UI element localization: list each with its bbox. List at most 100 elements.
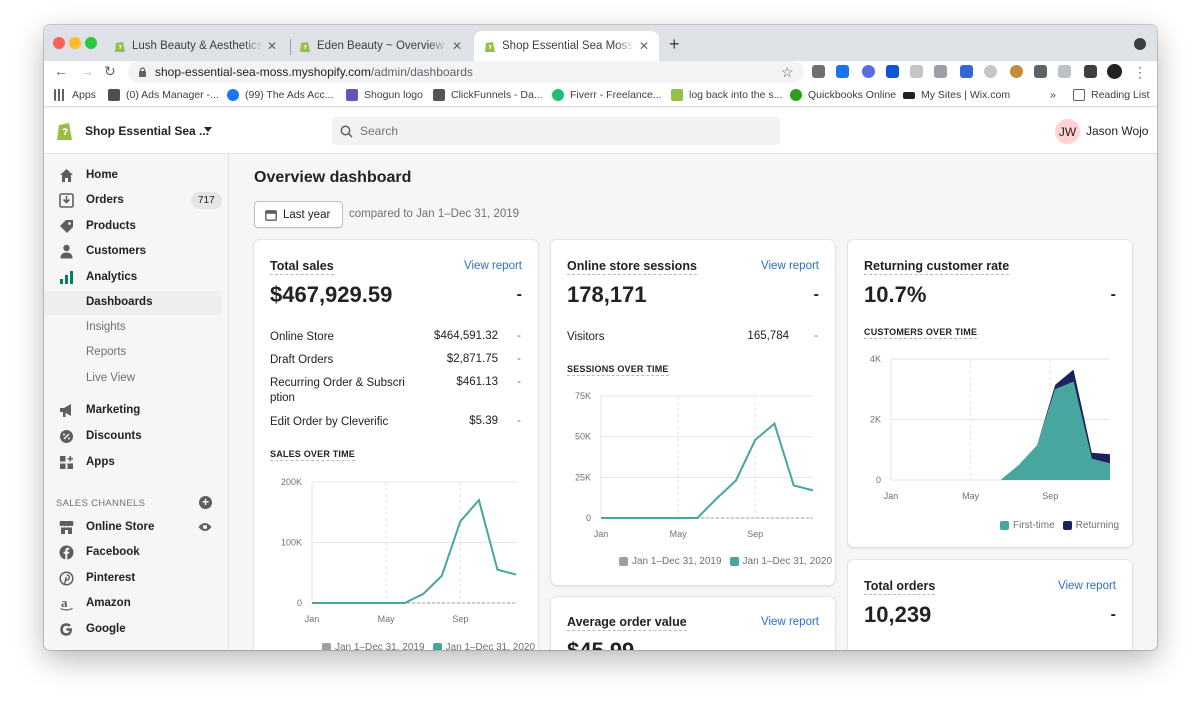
extension-icon[interactable] (862, 65, 875, 78)
card-title[interactable]: Online store sessions (567, 259, 697, 275)
close-tab-icon[interactable]: ✕ (452, 39, 462, 53)
store-icon (59, 520, 74, 534)
add-channel-icon[interactable]: + (199, 496, 212, 509)
online-store-sessions-card: Online store sessions View report 178,17… (551, 240, 835, 585)
legend-swatch (432, 643, 442, 650)
browser-toolbar: ← → ↻ shop-essential-sea-moss.myshopify.… (44, 61, 1157, 85)
extension-icon[interactable] (886, 65, 899, 78)
bookmark-star-icon[interactable]: ☆ (781, 64, 794, 81)
facebook-icon (59, 545, 74, 559)
bookmark-apps[interactable]: Apps (54, 89, 96, 101)
y-tick-label: 0 (876, 475, 881, 485)
sessions-over-time-chart: 0 25K 50K 75K Jan May Sep (575, 391, 814, 539)
bookmark-ads-account[interactable]: (99) The Ads Acc... (227, 89, 334, 101)
view-report-link[interactable]: View report (1058, 580, 1116, 592)
sidebar-item-google[interactable]: Google (44, 617, 228, 641)
sidebar-item-orders[interactable]: Orders 717 (44, 188, 228, 212)
sidebar-item-analytics[interactable]: Analytics (44, 265, 228, 289)
legend-item: Jan 1–Dec 31, 2019 (619, 556, 722, 567)
window-close-button[interactable] (53, 37, 65, 49)
shopify-logo-icon (57, 123, 72, 140)
close-tab-icon[interactable]: ✕ (639, 39, 649, 53)
user-name[interactable]: Jason Wojo (1086, 124, 1148, 138)
legend-item: First-time (1000, 520, 1055, 531)
y-tick-label: 0 (297, 598, 302, 608)
search-input[interactable]: Search (332, 117, 780, 145)
window-maximize-button[interactable] (85, 37, 97, 49)
view-report-link[interactable]: View report (464, 260, 522, 272)
extension-icon[interactable] (1034, 65, 1047, 78)
bookmark-ads-manager[interactable]: (0) Ads Manager -... (108, 89, 219, 101)
bookmark-quickbooks[interactable]: Quickbooks Online (790, 89, 896, 101)
breakdown-value: $461.13 (456, 376, 498, 388)
sidebar-item-apps[interactable]: Apps (44, 450, 228, 474)
browser-window: Lush Beauty & Aesthetics ~ Overview dash… (44, 25, 1157, 650)
address-bar[interactable]: shop-essential-sea-moss.myshopify.com/ad… (128, 61, 804, 83)
first-time-area (1000, 381, 1110, 480)
browser-menu-icon[interactable]: ⋮ (1133, 64, 1147, 81)
extension-icon[interactable] (960, 65, 973, 78)
extension-icon[interactable] (836, 65, 849, 78)
shogun-icon (346, 89, 358, 101)
bookmark-wix[interactable]: My Sites | Wix.com (903, 89, 1010, 101)
card-title[interactable]: Average order value (567, 615, 687, 631)
date-range-button[interactable]: Last year (254, 201, 343, 228)
store-name[interactable]: Shop Essential Sea ... (85, 124, 209, 138)
shopify-icon (671, 89, 683, 101)
extension-icon[interactable] (1058, 65, 1071, 78)
sidebar: Home Orders 717 Products Customers Analy… (44, 155, 229, 650)
legend-item: Returning (1062, 520, 1119, 531)
browser-tab-sea-moss[interactable]: Shop Essential Sea Moss ~ Overview dashb… (474, 31, 659, 61)
back-arrow-icon[interactable]: ← (54, 63, 68, 79)
sidebar-item-marketing[interactable]: Marketing (44, 398, 228, 422)
x-tick-label: Jan (594, 529, 609, 539)
sidebar-subitem-live-view[interactable]: Live View (44, 367, 228, 391)
sidebar-subitem-insights[interactable]: Insights (44, 316, 228, 340)
tab-search-icon[interactable] (1134, 38, 1146, 50)
browser-tab-lush[interactable]: Lush Beauty & Aesthetics ~ Overview dash… (104, 31, 287, 61)
extension-icon[interactable] (984, 65, 997, 78)
profile-avatar[interactable] (1107, 64, 1122, 79)
bookmarks-overflow-button[interactable]: » (1050, 89, 1056, 101)
extension-icon[interactable] (812, 65, 825, 78)
sidebar-item-home[interactable]: Home (44, 163, 228, 187)
x-tick-label: Sep (1042, 491, 1058, 501)
browser-tab-eden[interactable]: Eden Beauty ~ Overview dashboard ✕ (289, 31, 472, 61)
sidebar-subitem-dashboards[interactable]: Dashboards (44, 291, 222, 315)
breakdown-value: 165,784 (747, 330, 789, 342)
puzzle-icon[interactable] (1084, 65, 1097, 78)
card-title[interactable]: Returning customer rate (864, 259, 1010, 275)
card-title[interactable]: Total orders (864, 579, 936, 595)
bookmark-shogun[interactable]: Shogun logo (346, 89, 423, 101)
view-report-link[interactable]: View report (761, 260, 819, 272)
chevron-down-icon[interactable] (204, 127, 212, 132)
forward-arrow-icon[interactable]: → (80, 63, 94, 79)
sidebar-item-facebook[interactable]: Facebook (44, 540, 228, 564)
sidebar-item-products[interactable]: Products (44, 214, 228, 238)
sidebar-item-online-store[interactable]: Online Store (44, 515, 228, 539)
bookmark-shopify-login[interactable]: log back into the s... (671, 89, 782, 101)
x-tick-label: Jan (305, 614, 320, 624)
x-tick-label: May (962, 491, 980, 501)
new-tab-button[interactable]: + (669, 34, 680, 55)
person-icon (60, 244, 73, 258)
extension-icon[interactable] (934, 65, 947, 78)
avatar[interactable]: JW (1055, 119, 1080, 144)
extension-icon[interactable] (1010, 65, 1023, 78)
extension-icon[interactable] (910, 65, 923, 78)
change-indicator: - (813, 286, 819, 303)
card-title[interactable]: Total sales (270, 259, 334, 275)
reload-icon[interactable]: ↻ (104, 63, 116, 80)
sidebar-item-amazon[interactable]: a Amazon (44, 591, 228, 615)
eye-icon[interactable] (198, 522, 212, 532)
sidebar-subitem-reports[interactable]: Reports (44, 341, 228, 365)
bookmark-clickfunnels[interactable]: ClickFunnels - Da... (433, 89, 543, 101)
sidebar-item-customers[interactable]: Customers (44, 239, 228, 263)
close-tab-icon[interactable]: ✕ (267, 39, 277, 53)
sidebar-item-discounts[interactable]: Discounts (44, 424, 228, 448)
bookmark-fiverr[interactable]: Fiverr - Freelance... (552, 89, 662, 101)
view-report-link[interactable]: View report (761, 616, 819, 628)
reading-list-button[interactable]: Reading List (1073, 89, 1149, 101)
sidebar-item-pinterest[interactable]: Pinterest (44, 566, 228, 590)
window-minimize-button[interactable] (69, 37, 81, 49)
